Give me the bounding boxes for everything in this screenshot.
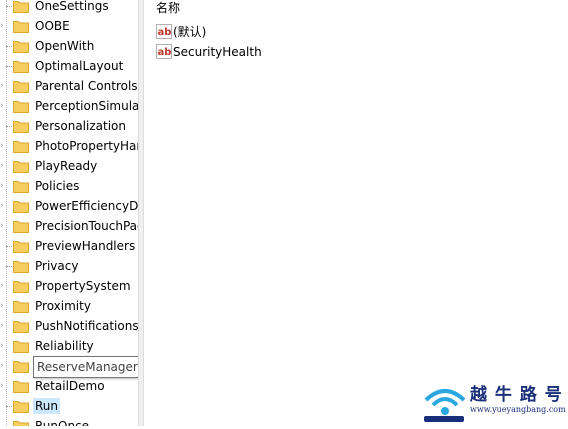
value-name: SecurityHealth <box>173 45 262 59</box>
folder-icon <box>13 279 29 293</box>
tree-item[interactable]: PreviewHandlers <box>0 236 138 256</box>
tree-item[interactable]: › PropertySystem <box>0 276 138 296</box>
expand-chevron-icon[interactable]: › <box>0 301 6 311</box>
values-pane[interactable]: 名称 ab (默认) ab SecurityHealth <box>145 0 568 426</box>
tree-item-label: PrecisionTouchPad <box>35 219 138 233</box>
tree-item-label: OneSettings <box>35 0 109 13</box>
tree-item[interactable]: › Policies <box>0 176 138 196</box>
tree-item[interactable]: Run <box>0 396 138 416</box>
folder-icon <box>13 159 29 173</box>
tree-item[interactable]: › RetailDemo <box>0 376 138 396</box>
folder-icon <box>13 419 29 426</box>
expand-chevron-icon[interactable]: › <box>0 381 6 391</box>
expand-chevron-icon[interactable]: › <box>0 221 6 231</box>
tree-item[interactable]: › PhotoPropertyHandler <box>0 136 138 156</box>
expand-chevron-icon[interactable]: › <box>0 201 6 211</box>
tree-item-label: PlayReady <box>35 159 98 173</box>
expand-chevron-icon[interactable]: › <box>0 101 6 111</box>
tree-item[interactable]: › PlayReady <box>0 156 138 176</box>
tree-item-label: RetailDemo <box>35 379 105 393</box>
tree-item-label: ReserveManager <box>33 356 138 378</box>
tree-item[interactable]: › PowerEfficiencyDiagnostics <box>0 196 138 216</box>
expand-chevron-icon[interactable]: › <box>0 21 6 31</box>
folder-icon <box>13 239 29 253</box>
tree-item[interactable]: › Proximity <box>0 296 138 316</box>
tree-item[interactable]: OptimalLayout <box>0 56 138 76</box>
folder-icon <box>13 259 29 273</box>
expand-chevron-icon[interactable]: › <box>0 281 6 291</box>
tree-item-label: PerceptionSimulationExtensions <box>35 99 138 113</box>
watermark-title: 越 牛 路 号 网 <box>470 385 568 405</box>
expand-chevron-icon[interactable]: › <box>0 141 6 151</box>
tree-item-label: RunOnce <box>35 419 90 426</box>
folder-icon <box>13 319 29 333</box>
tree-item-label: Policies <box>35 179 80 193</box>
expand-chevron-icon[interactable]: › <box>0 81 6 91</box>
tree-item[interactable]: › Parental Controls <box>0 76 138 96</box>
tree-item[interactable]: OpenWith <box>0 36 138 56</box>
expand-chevron-icon[interactable]: › <box>0 361 6 371</box>
folder-icon <box>13 99 29 113</box>
tree-item-label: OptimalLayout <box>35 59 124 73</box>
tree-item-label: Proximity <box>35 299 91 313</box>
wifi-logo-icon <box>424 389 466 422</box>
svg-text:ab: ab <box>158 27 172 38</box>
watermark-url: www.yueyangbang.com <box>470 405 566 414</box>
ab-string-icon: ab <box>156 24 172 39</box>
expand-chevron-icon[interactable]: › <box>0 181 6 191</box>
registry-key-tree[interactable]: OneSettings › OOBE OpenWith OptimalLayout › Pa… <box>0 0 138 426</box>
tree-item-label: Run <box>33 398 61 414</box>
tree-item-label: OOBE <box>35 19 70 33</box>
expand-chevron-icon[interactable]: › <box>0 341 6 351</box>
value-name: (默认) <box>173 25 207 39</box>
folder-icon <box>13 359 29 373</box>
tree-item[interactable]: › PrecisionTouchPad <box>0 216 138 236</box>
folder-icon <box>13 39 29 53</box>
tree-item[interactable]: OneSettings <box>0 0 138 16</box>
tree-item[interactable]: › OOBE <box>0 16 138 36</box>
folder-icon <box>13 299 29 313</box>
folder-icon <box>13 119 29 133</box>
tree-item-label: PushNotifications <box>35 319 138 333</box>
tree-item[interactable]: Privacy <box>0 256 138 276</box>
tree-item-label: PreviewHandlers <box>35 239 136 253</box>
folder-icon <box>13 379 29 393</box>
tree-item[interactable]: › Reliability <box>0 336 138 356</box>
folder-icon <box>13 199 29 213</box>
tree-item-label: OpenWith <box>35 39 95 53</box>
folder-icon <box>13 399 29 413</box>
column-header-name[interactable]: 名称 <box>156 0 180 16</box>
ab-string-icon: ab <box>156 44 172 59</box>
tree-item-label: PhotoPropertyHandler <box>35 139 138 153</box>
folder-icon <box>13 19 29 33</box>
expand-chevron-icon[interactable]: › <box>0 161 6 171</box>
tree-item-label: Privacy <box>35 259 79 273</box>
folder-icon <box>13 339 29 353</box>
tree-item[interactable]: › PushNotifications <box>0 316 138 336</box>
tree-item-label: PowerEfficiencyDiagnostics <box>35 199 138 213</box>
folder-icon <box>13 139 29 153</box>
folder-icon <box>13 59 29 73</box>
tree-item-label: Reliability <box>35 339 94 353</box>
folder-icon <box>13 0 29 13</box>
tree-item[interactable]: Personalization <box>0 116 138 136</box>
tree-item[interactable]: › ReserveManager <box>0 356 138 378</box>
tree-item-label: PropertySystem <box>35 279 131 293</box>
folder-icon <box>13 179 29 193</box>
tree-item-label: Parental Controls <box>35 79 138 93</box>
pane-splitter[interactable] <box>138 0 144 426</box>
watermark: 越 牛 路 号 网 www.yueyangbang.com <box>420 378 568 426</box>
tree-item-label: Personalization <box>35 119 126 133</box>
tree-item[interactable]: › PerceptionSimulationExtensions <box>0 96 138 116</box>
folder-icon <box>13 219 29 233</box>
folder-icon <box>13 79 29 93</box>
expand-chevron-icon[interactable]: › <box>0 321 6 331</box>
tree-item[interactable]: RunOnce <box>0 416 138 426</box>
svg-text:ab: ab <box>158 47 172 58</box>
